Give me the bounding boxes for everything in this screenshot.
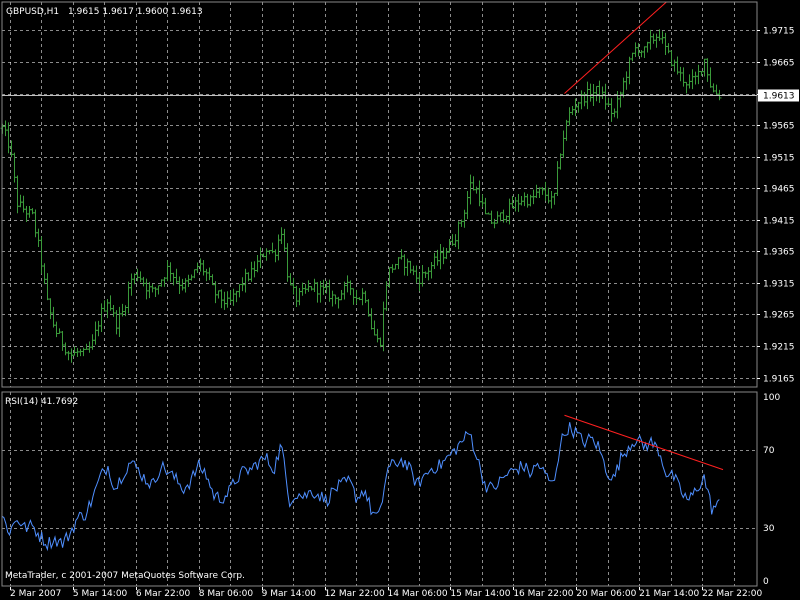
price-tick-label: 1.9365 (763, 248, 795, 258)
x-tick-label: 16 Mar 22:00 (513, 589, 573, 599)
x-tick-label: 12 Mar 22:00 (325, 589, 385, 599)
price-tick-label: 1.9565 (763, 122, 795, 132)
price-ohlc: 1.9615 1.9617 1.9600 1.9613 (68, 7, 203, 17)
x-tick-label: 14 Mar 06:00 (388, 589, 448, 599)
price-tick-label: 1.9265 (763, 311, 795, 321)
price-tick-label: 1.9315 (763, 280, 795, 290)
price-tick-label: 1.9465 (763, 185, 795, 195)
rsi-tick-label: 0 (763, 577, 769, 587)
price-tick-label: 1.9415 (763, 217, 795, 227)
x-tick-label: 21 Mar 14:00 (639, 589, 699, 599)
x-tick-label: 8 Mar 06:00 (199, 589, 254, 599)
price-tick-label: 1.9165 (763, 375, 795, 385)
price-tick-label: 1.9515 (763, 154, 795, 164)
chart-background (0, 0, 800, 600)
price-tick-label: 1.9215 (763, 343, 795, 353)
current-price-label: 1.9613 (763, 92, 795, 102)
x-tick-label: 20 Mar 06:00 (576, 589, 636, 599)
trading-chart[interactable]: 2 Mar 2007 5 Mar 14:00 6 Mar 22:00 8 Mar 06… (0, 0, 800, 600)
x-tick-label: 9 Mar 14:00 (262, 589, 317, 599)
x-tick-label: 22 Mar 22:00 (702, 589, 762, 599)
x-tick-label: 5 Mar 14:00 (73, 589, 128, 599)
rsi-tick-label: 30 (763, 524, 775, 534)
x-tick-label: 2 Mar 2007 (10, 589, 61, 599)
price-tick-label: 1.9665 (763, 59, 795, 69)
rsi-tick-label: 100 (763, 393, 780, 403)
x-tick-label: 15 Mar 14:00 (450, 589, 510, 599)
x-tick-label: 6 Mar 22:00 (136, 589, 191, 599)
price-tick-label: 1.9715 (763, 27, 795, 37)
copyright: MetaTrader, c 2001-2007 MetaQuotes Softw… (5, 571, 245, 581)
rsi-title: RSI(14) 41.7692 (5, 397, 78, 407)
rsi-tick-label: 70 (763, 446, 775, 456)
price-symbol: GBPUSD,H1 (6, 7, 59, 17)
